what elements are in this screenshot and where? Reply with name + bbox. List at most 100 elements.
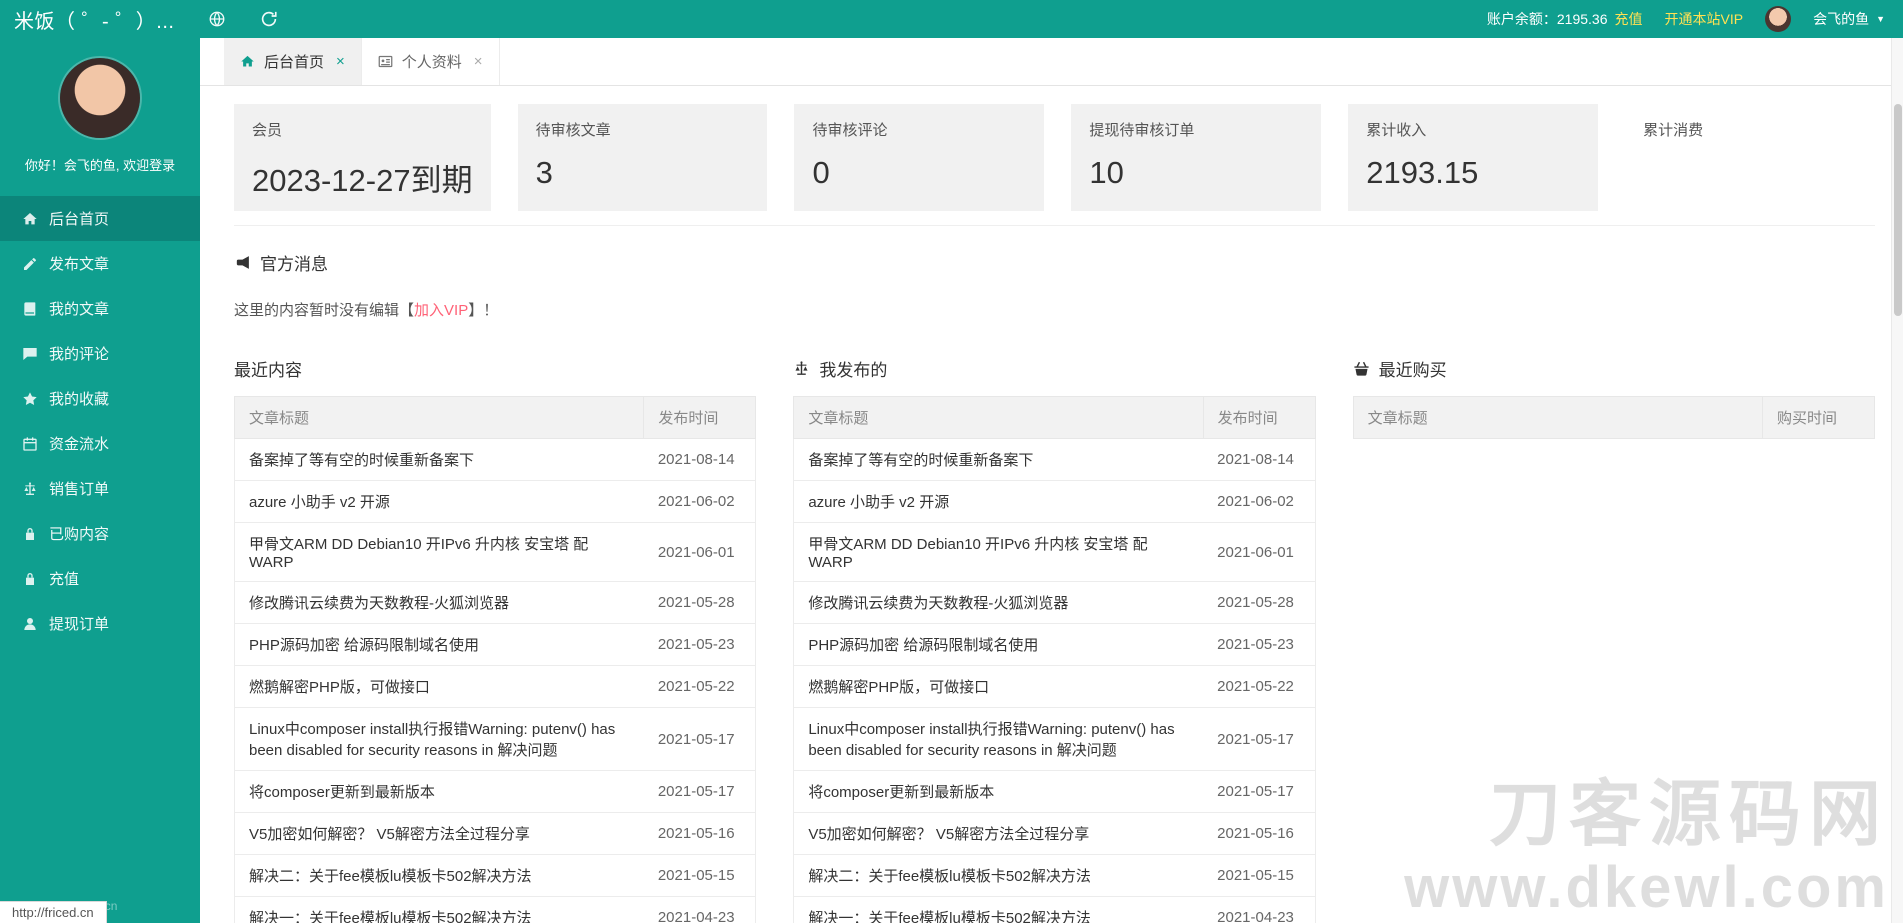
stat-value: 2193.15 (1366, 155, 1479, 190)
chevron-down-icon: ▼ (1876, 13, 1885, 24)
table-row[interactable]: 修改腾讯云续费为天数教程-火狐浏览器 2021-05-28 (234, 581, 756, 624)
article-date: 2021-04-23 (643, 896, 756, 923)
close-icon[interactable]: × (336, 54, 345, 69)
article-title[interactable]: 燃鹅解密PHP版，可做接口 (234, 665, 644, 708)
status-url: http://friced.cn (0, 901, 107, 923)
table-row[interactable]: PHP源码加密 给源码限制域名使用 2021-05-23 (793, 623, 1316, 666)
idcard-icon (378, 54, 393, 69)
profile-avatar[interactable] (60, 58, 140, 138)
article-title[interactable]: V5加密如何解密？ V5解密方法全过程分享 (793, 812, 1204, 855)
recharge-link[interactable]: 充值 (1615, 9, 1643, 29)
user-menu[interactable]: 会飞的鱼 ▼ (1813, 9, 1885, 29)
article-title[interactable]: Linux中composer install执行报错Warning: puten… (234, 707, 644, 771)
sidebar-item-label: 我的文章 (49, 301, 110, 318)
table-row[interactable]: 修改腾讯云续费为天数教程-火狐浏览器 2021-05-28 (793, 581, 1316, 624)
scrollbar[interactable] (1891, 38, 1903, 923)
close-icon[interactable]: × (474, 54, 483, 69)
table-row[interactable]: 甲骨文ARM DD Debian10 开IPv6 升内核 安宝塔 配WARP 20… (234, 522, 756, 582)
official-news-message: 这里的内容暂时没有编辑【加入VIP】！ (234, 299, 1875, 320)
sidebar-item-purchased-content[interactable]: 已购内容 (0, 511, 200, 556)
table-row[interactable]: 燃鹅解密PHP版，可做接口 2021-05-22 (234, 665, 756, 708)
join-vip-link[interactable]: 加入VIP (414, 302, 468, 319)
article-title[interactable]: 修改腾讯云续费为天数教程-火狐浏览器 (793, 581, 1204, 624)
table-row[interactable]: 解决二：关于fee模板lu模板卡502解决方法 2021-05-15 (234, 854, 756, 897)
table-row[interactable]: 甲骨文ARM DD Debian10 开IPv6 升内核 安宝塔 配WARP 20… (793, 522, 1316, 582)
article-title[interactable]: 备案掉了等有空的时候重新备案下 (234, 438, 644, 481)
sidebar-item-label: 提现订单 (49, 616, 110, 633)
article-title[interactable]: PHP源码加密 给源码限制域名使用 (234, 623, 644, 666)
tab-profile[interactable]: 个人资料 × (362, 38, 500, 85)
sidebar-item-dashboard[interactable]: 后台首页 (0, 196, 200, 241)
sidebar-item-my-comments[interactable]: 我的评论 (0, 331, 200, 376)
sidebar-item-my-favorites[interactable]: 我的收藏 (0, 376, 200, 421)
account-balance: 账户余额：2195.36 充值 (1487, 9, 1643, 29)
article-title[interactable]: 将composer更新到最新版本 (793, 770, 1204, 813)
article-title[interactable]: 将composer更新到最新版本 (234, 770, 644, 813)
balance-label: 账户余额：2195.36 (1486, 11, 1608, 27)
article-title[interactable]: 备案掉了等有空的时候重新备案下 (793, 438, 1204, 481)
article-title[interactable]: 解决二：关于fee模板lu模板卡502解决方法 (234, 854, 644, 897)
article-title[interactable]: 修改腾讯云续费为天数教程-火狐浏览器 (234, 581, 644, 624)
panels-row: 最近内容 文章标题 发布时间 备案掉了等有空的时候重新备案下 2021-08-14 azu… (233, 356, 1875, 923)
stat-card-total-income: 累计收入 2193.15 (1348, 104, 1599, 211)
article-title[interactable]: PHP源码加密 给源码限制域名使用 (793, 623, 1204, 666)
app-title: 米饭（ ゜- ゜）... (14, 10, 175, 33)
article-title[interactable]: azure 小助手 v2 开源 (793, 480, 1204, 523)
stat-card-pending-withdrawals: 提现待审核订单 10 (1071, 104, 1322, 211)
article-title[interactable]: 解决二：关于fee模板lu模板卡502解决方法 (793, 854, 1204, 897)
table-row[interactable]: azure 小助手 v2 开源 2021-06-02 (793, 480, 1316, 523)
table-row[interactable]: 燃鹅解密PHP版，可做接口 2021-05-22 (793, 665, 1316, 708)
globe-icon[interactable] (208, 10, 226, 28)
sidebar-item-withdraw-orders[interactable]: 提现订单 (0, 601, 200, 646)
welcome-text: 你好！会飞的鱼, 欢迎登录 (24, 158, 176, 173)
table-row[interactable]: V5加密如何解密？ V5解密方法全过程分享 2021-05-16 (234, 812, 756, 855)
table-row[interactable]: PHP源码加密 给源码限制域名使用 2021-05-23 (234, 623, 756, 666)
sidebar-item-my-articles[interactable]: 我的文章 (0, 286, 200, 331)
sidebar-item-label: 销售订单 (49, 481, 110, 498)
table-row[interactable]: 备案掉了等有空的时候重新备案下 2021-08-14 (234, 438, 756, 481)
article-title[interactable]: 燃鹅解密PHP版，可做接口 (793, 665, 1204, 708)
sidebar-item-label: 充值 (49, 571, 80, 588)
article-date: 2021-05-15 (643, 854, 756, 897)
article-title[interactable]: V5加密如何解密？ V5解密方法全过程分享 (234, 812, 644, 855)
book-icon (22, 301, 38, 317)
table-row[interactable]: 解决二：关于fee模板lu模板卡502解决方法 2021-05-15 (793, 854, 1316, 897)
article-date: 2021-05-22 (643, 665, 756, 708)
table-row[interactable]: Linux中composer install执行报错Warning: puten… (234, 707, 756, 771)
article-title[interactable]: 解决一：关于fee模板lu模板卡502解决方法 (793, 896, 1204, 923)
article-title[interactable]: 甲骨文ARM DD Debian10 开IPv6 升内核 安宝塔 配WARP (793, 522, 1204, 582)
article-date: 2021-06-02 (1203, 480, 1316, 523)
sidebar: 你好！会飞的鱼, 欢迎登录 后台首页 发布文章我的文章我的评论 我的收藏 资金流水销售… (0, 38, 200, 923)
articles-table: 文章标题 购买时间 (1352, 396, 1875, 439)
table-row[interactable]: 解决一：关于fee模板lu模板卡502解决方法 2021-04-23 (793, 896, 1316, 923)
table-row[interactable]: 解决一：关于fee模板lu模板卡502解决方法 2021-04-23 (234, 896, 756, 923)
articles-table: 文章标题 发布时间 备案掉了等有空的时候重新备案下 2021-08-14 azure 小… (233, 396, 757, 923)
home-icon (22, 211, 38, 227)
sidebar-item-publish-article[interactable]: 发布文章 (0, 241, 200, 286)
topbar-avatar[interactable] (1765, 6, 1792, 32)
column-header: 发布时间 (1202, 396, 1316, 439)
scrollbar-thumb[interactable] (1894, 104, 1902, 316)
sidebar-item-fund-records[interactable]: 资金流水 (0, 421, 200, 466)
stat-title: 待审核文章 (535, 122, 611, 139)
sidebar-item-sales-orders[interactable]: 销售订单 (0, 466, 200, 511)
table-row[interactable]: 备案掉了等有空的时候重新备案下 2021-08-14 (793, 438, 1316, 481)
table-row[interactable]: 将composer更新到最新版本 2021-05-17 (234, 770, 756, 813)
column-header: 购买时间 (1761, 396, 1875, 439)
article-title[interactable]: azure 小助手 v2 开源 (234, 480, 644, 523)
open-vip-link[interactable]: 开通本站VIP (1665, 9, 1744, 29)
table-row[interactable]: azure 小助手 v2 开源 2021-06-02 (234, 480, 756, 523)
article-title[interactable]: 解决一：关于fee模板lu模板卡502解决方法 (234, 896, 644, 923)
article-date: 2021-05-22 (1203, 665, 1316, 708)
refresh-icon[interactable] (260, 10, 278, 28)
article-title[interactable]: 甲骨文ARM DD Debian10 开IPv6 升内核 安宝塔 配WARP (234, 522, 644, 582)
table-row[interactable]: V5加密如何解密？ V5解密方法全过程分享 2021-05-16 (793, 812, 1316, 855)
table-row[interactable]: 将composer更新到最新版本 2021-05-17 (793, 770, 1316, 813)
article-title[interactable]: Linux中composer install执行报错Warning: puten… (793, 707, 1204, 771)
tab-dashboard[interactable]: 后台首页 × (224, 38, 362, 85)
table-row[interactable]: Linux中composer install执行报错Warning: puten… (793, 707, 1316, 771)
user-icon (22, 616, 38, 632)
sidebar-item-recharge[interactable]: 充值 (0, 556, 200, 601)
stat-title: 累计消费 (1643, 122, 1704, 139)
article-date: 2021-05-17 (643, 707, 756, 771)
